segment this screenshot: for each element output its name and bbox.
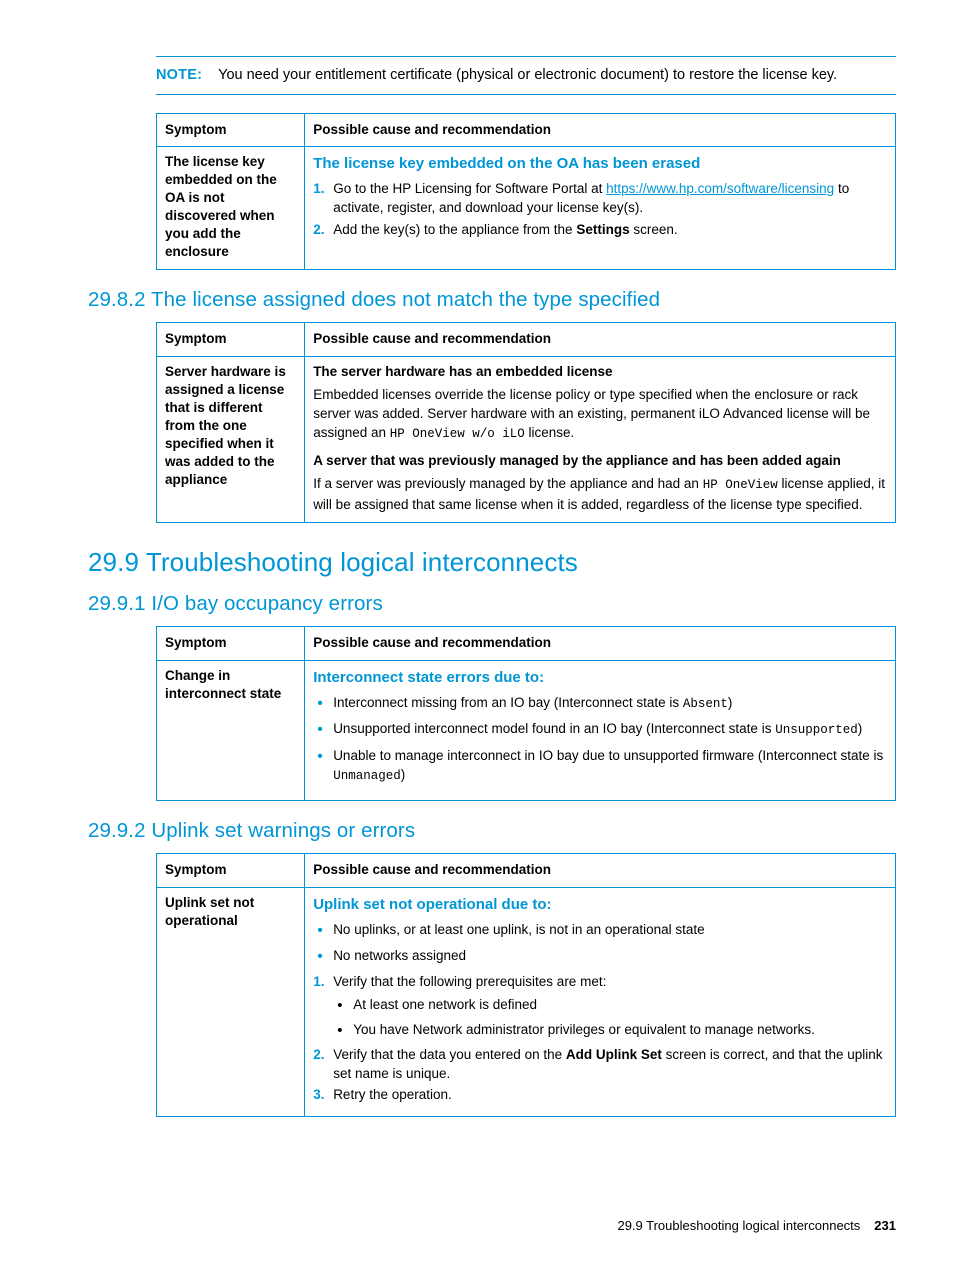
step-subbullet-list: At least one network is defined You have… (333, 995, 887, 1041)
table-row: Server hardware is assigned a license th… (155, 356, 896, 523)
step-text-bold: Add Uplink Set (565, 1047, 662, 1063)
cause-cell: Uplink set not operational due to: No up… (304, 886, 896, 1118)
heading-number: 29.9.1 (88, 591, 146, 615)
cause-heading: Uplink set not operational due to: (313, 896, 552, 913)
column-header-cause: Possible cause and recommendation (304, 625, 896, 661)
bullet-text-pre: Interconnect missing from an IO bay (Int… (333, 694, 683, 710)
cause-heading-2: A server that was previously managed by … (313, 453, 841, 469)
symptom-text: Server hardware is assigned a license th… (165, 364, 286, 487)
heading-29-8-2: 29.8.2 The license assigned does not mat… (88, 288, 896, 312)
heading-title: Troubleshooting logical interconnects (145, 546, 578, 577)
hp-licensing-portal-link[interactable]: https://www.hp.com/software/licensing (606, 181, 834, 196)
list-item: Go to the HP Licensing for Software Port… (313, 180, 887, 217)
license-name-mono: HP OneView (702, 477, 778, 492)
bullet-text-pre: Unsupported interconnect model found in … (333, 721, 776, 737)
cause-heading-1: The server hardware has an embedded lice… (313, 364, 613, 380)
list-item: Retry the operation. (313, 1086, 452, 1104)
note-label: NOTE: (156, 67, 203, 83)
heading-title: The license assigned does not match the … (151, 288, 661, 312)
table-io-bay-occupancy: Symptom Possible cause and recommendatio… (155, 625, 896, 802)
heading-number: 29.9 (88, 546, 140, 577)
note-line: NOTE: You need your entitlement certifica… (156, 65, 896, 86)
cause-paragraph-2: If a server was previously managed by th… (313, 474, 887, 514)
cause-heading: Interconnect state errors due to: (313, 668, 545, 686)
list-item: No uplinks, or at least one uplink, is n… (313, 920, 887, 942)
heading-29-9: 29.9 Troubleshooting logical interconnec… (88, 547, 896, 578)
paragraph-text-a: If a server was previously managed by th… (313, 475, 703, 491)
heading-number: 29.9.2 (88, 819, 146, 843)
column-header-cause: Possible cause and recommendation (304, 322, 896, 358)
cause-paragraph-1: Embedded licenses override the license p… (313, 385, 887, 444)
step-text-pre: Verify that the data you entered on the (333, 1047, 566, 1063)
bullet-text-post: ) (400, 766, 406, 782)
step-text-bold: Settings (576, 221, 630, 237)
step-text: Verify that the following prerequisites … (333, 973, 607, 989)
column-header-cause: Possible cause and recommendation (304, 853, 896, 888)
list-item: No networks assigned (313, 946, 887, 968)
list-item: Verify that the data you entered on the … (313, 1046, 887, 1083)
column-header-symptom: Symptom (155, 322, 306, 358)
table-license-mismatch: Symptom Possible cause and recommendatio… (155, 322, 896, 523)
footer-section-title: 29.9 Troubleshooting logical interconnec… (617, 1218, 861, 1233)
cause-cell: Interconnect state errors due to: Interc… (304, 659, 896, 802)
heading-title: I/O bay occupancy errors (151, 591, 383, 615)
document-page: NOTE: You need your entitlement certifica… (0, 0, 954, 1271)
state-value-mono: Absent (682, 696, 728, 711)
column-header-symptom: Symptom (155, 625, 306, 661)
list-item: Unsupported interconnect model found in … (313, 719, 887, 741)
list-item: Add the key(s) to the appliance from the… (313, 221, 887, 240)
cause-cell: The server hardware has an embedded lice… (304, 356, 896, 523)
table-row: The license key embedded on the OA is no… (155, 146, 896, 271)
column-header-cause: Possible cause and recommendation (304, 112, 896, 148)
note-text: You need your entitlement certificate (p… (218, 67, 838, 83)
table-header-row: Symptom Possible cause and recommendatio… (155, 322, 896, 358)
bullet-text-post: ) (857, 721, 863, 737)
list-item: You have Network administrator privilege… (333, 1020, 887, 1041)
column-header-symptom: Symptom (155, 853, 306, 888)
paragraph-text-b: license. (524, 425, 575, 441)
table-header-row: Symptom Possible cause and recommendatio… (155, 625, 896, 661)
cause-step-list: Verify that the following prerequisites … (313, 973, 887, 1105)
step-text-pre: Go to the HP Licensing for Software Port… (333, 181, 607, 197)
list-item: Interconnect missing from an IO bay (Int… (313, 693, 887, 715)
list-item: Unable to manage interconnect in IO bay … (313, 746, 887, 785)
symptom-text: The license key embedded on the OA is no… (165, 154, 277, 260)
table-license-key: Symptom Possible cause and recommendatio… (155, 112, 896, 271)
list-item: At least one network is defined (333, 995, 887, 1016)
list-item: Verify that the following prerequisites … (313, 973, 887, 1041)
table-header-row: Symptom Possible cause and recommendatio… (155, 853, 896, 888)
heading-29-9-2: 29.9.2 Uplink set warnings or errors (88, 819, 896, 843)
state-value-mono: Unsupported (775, 723, 858, 738)
license-name-mono: HP OneView w/o iLO (389, 427, 525, 442)
symptom-text: Uplink set not operational (165, 895, 255, 928)
heading-29-9-1: 29.9.1 I/O bay occupancy errors (88, 592, 896, 616)
table-uplink-set-warnings: Symptom Possible cause and recommendatio… (155, 853, 896, 1118)
symptom-cell: Change in interconnect state (155, 659, 306, 802)
symptom-cell: The license key embedded on the OA is no… (155, 146, 306, 271)
symptom-cell: Server hardware is assigned a license th… (155, 356, 306, 523)
symptom-cell: Uplink set not operational (155, 886, 306, 1118)
table-row: Uplink set not operational Uplink set no… (155, 886, 896, 1118)
cause-heading: The license key embedded on the OA has b… (313, 155, 701, 173)
symptom-text: Change in interconnect state (165, 667, 282, 701)
cause-bullet-list: No uplinks, or at least one uplink, is n… (313, 920, 887, 968)
step-text-post: screen. (629, 221, 678, 237)
page-content: NOTE: You need your entitlement certifica… (88, 56, 896, 1118)
table-row: Change in interconnect state Interconnec… (155, 659, 896, 802)
heading-number: 29.8.2 (88, 288, 146, 312)
cause-cell: The license key embedded on the OA has b… (304, 146, 896, 271)
bullet-text-post: ) (727, 694, 733, 710)
page-number: 231 (874, 1218, 896, 1233)
cause-bullet-list: Interconnect missing from an IO bay (Int… (313, 693, 887, 785)
cause-step-list: Go to the HP Licensing for Software Port… (313, 180, 887, 239)
table-header-row: Symptom Possible cause and recommendatio… (155, 112, 896, 148)
column-header-symptom: Symptom (155, 112, 306, 148)
heading-title: Uplink set warnings or errors (151, 819, 416, 843)
state-value-mono: Unmanaged (333, 768, 401, 783)
bullet-text-pre: Unable to manage interconnect in IO bay … (333, 747, 884, 763)
page-footer: 29.9 Troubleshooting logical interconnec… (156, 1218, 896, 1233)
note-block: NOTE: You need your entitlement certifica… (156, 56, 896, 95)
step-text-pre: Add the key(s) to the appliance from the (333, 221, 577, 237)
